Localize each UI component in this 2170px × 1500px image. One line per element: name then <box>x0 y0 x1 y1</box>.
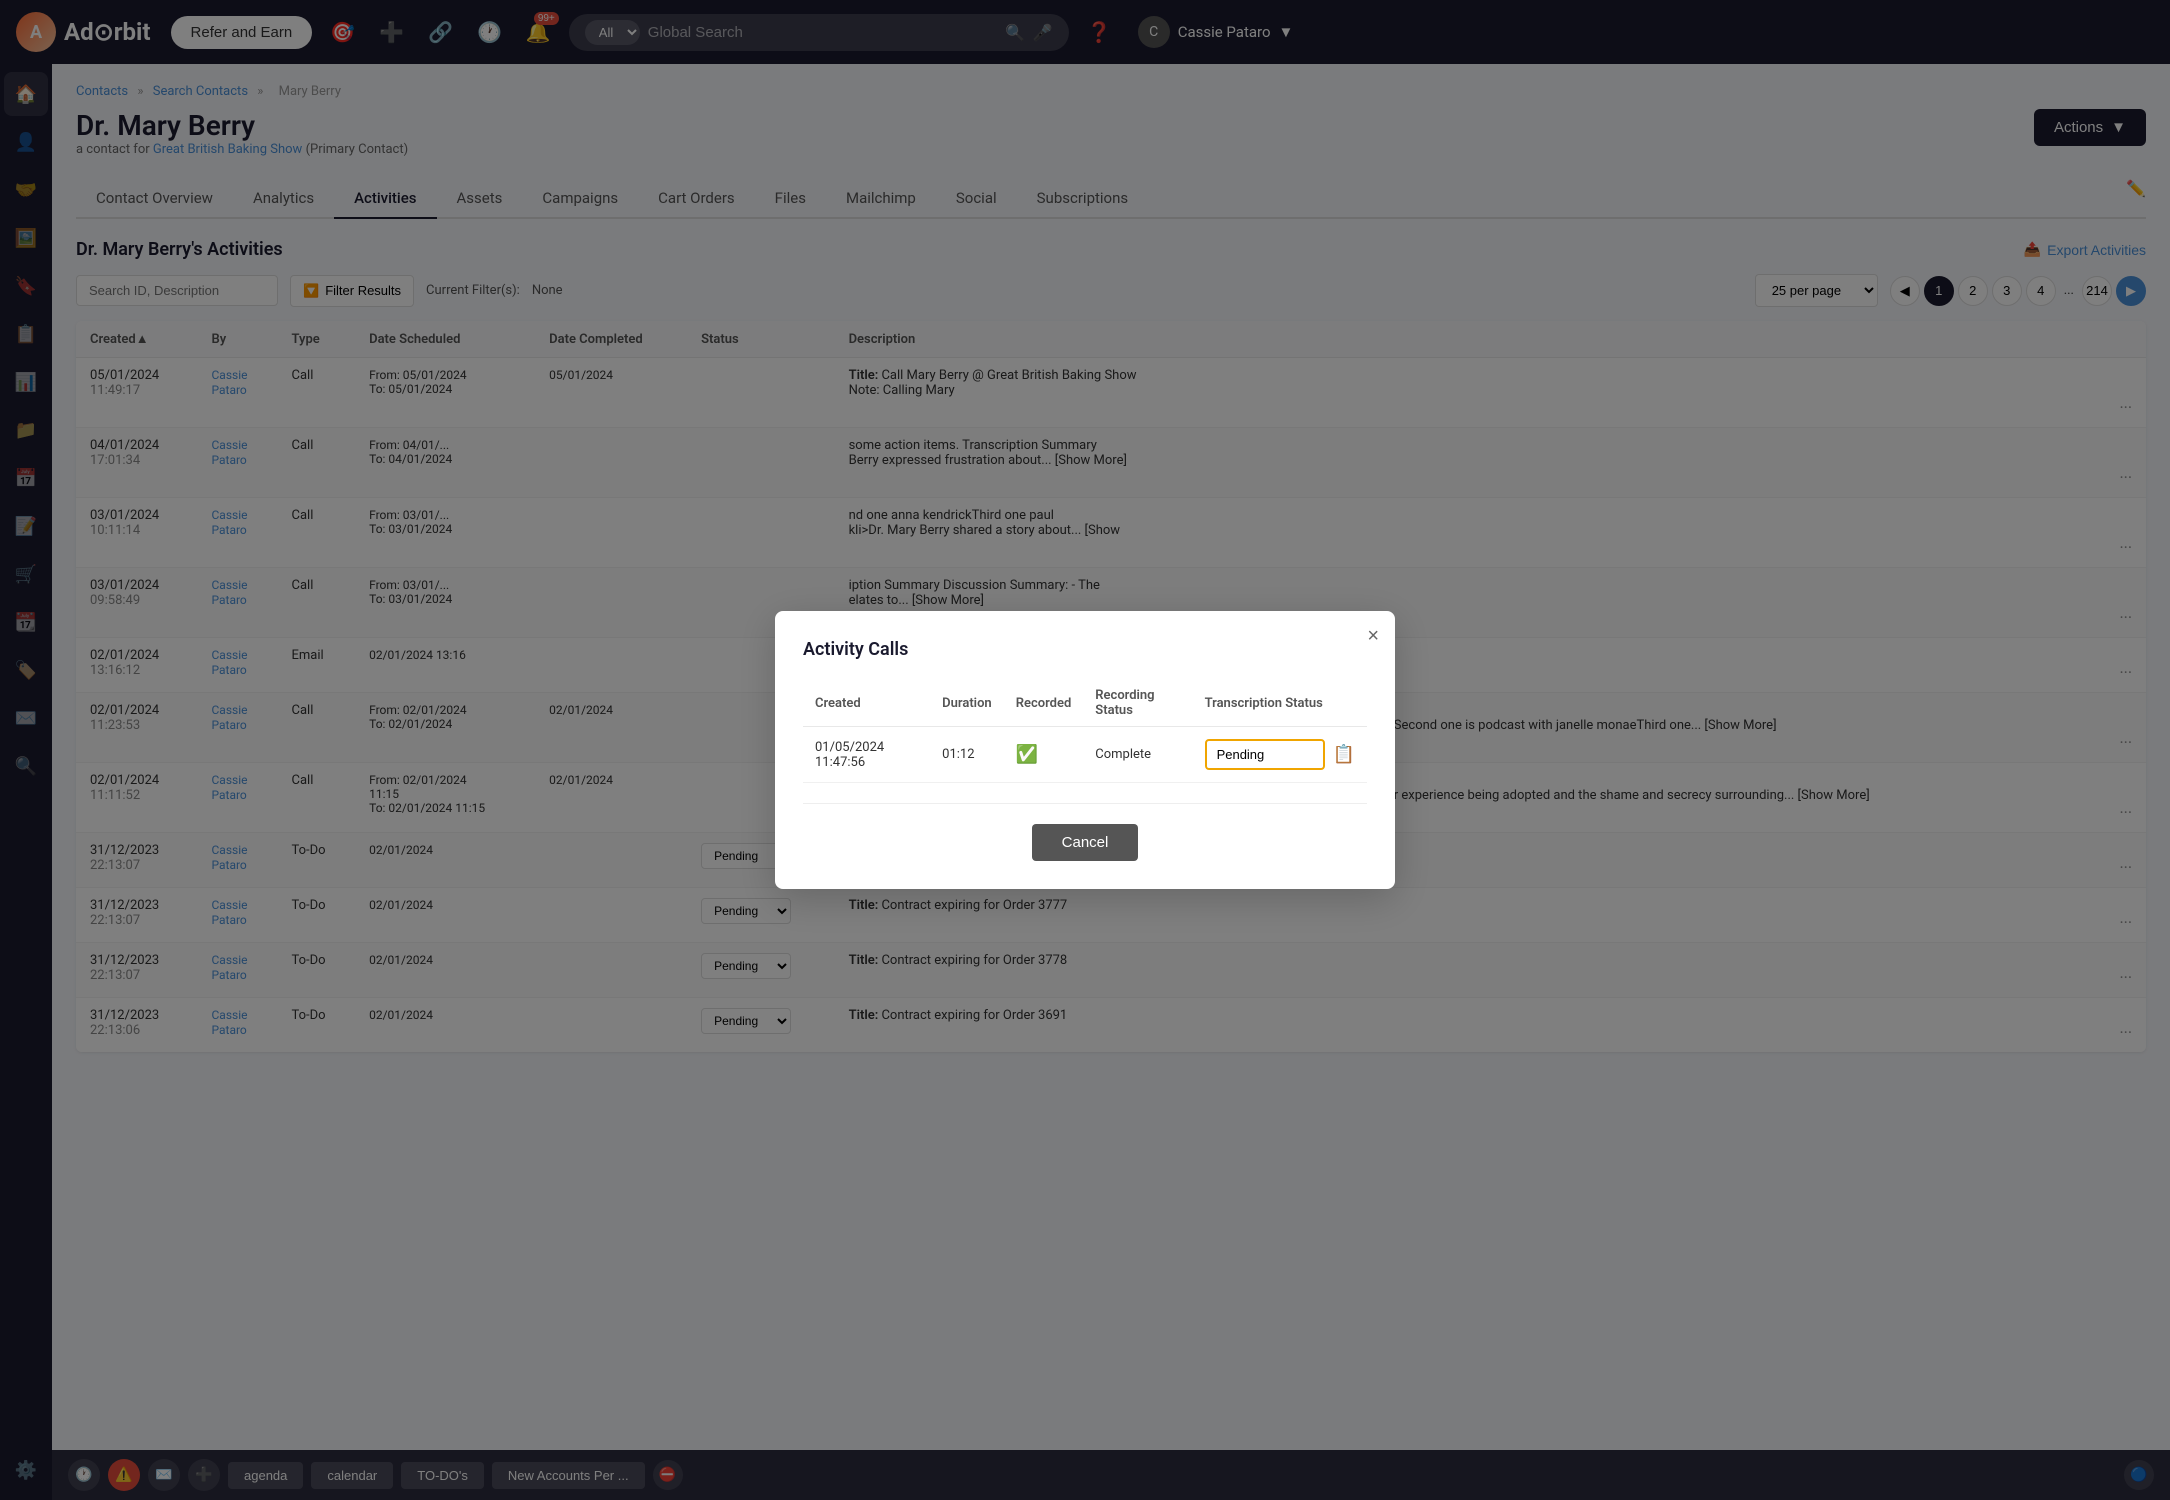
recorded-check-icon: ✅ <box>1016 744 1038 765</box>
copy-icon-button[interactable]: 📋 <box>1333 744 1355 765</box>
modal-close-button[interactable]: × <box>1367 625 1379 648</box>
modal-col-transcription-status: Transcription Status <box>1193 680 1367 727</box>
modal-col-duration: Duration <box>930 680 1004 727</box>
modal-cell-duration: 01:12 <box>930 727 1004 783</box>
modal-table: Created Duration Recorded Recording Stat… <box>803 680 1367 783</box>
cancel-button[interactable]: Cancel <box>1032 824 1139 861</box>
modal-data-row: 01/05/2024 11:47:56 01:12 ✅ Complete 📋 <box>803 727 1367 783</box>
modal-header-row: Created Duration Recorded Recording Stat… <box>803 680 1367 727</box>
modal-cell-created: 01/05/2024 11:47:56 <box>803 727 930 783</box>
modal-title: Activity Calls <box>803 639 1367 660</box>
modal-cell-recording-status: Complete <box>1083 727 1192 783</box>
modal-footer: Cancel <box>803 824 1367 861</box>
modal-cell-recorded: ✅ <box>1004 727 1084 783</box>
activity-calls-modal: Activity Calls × Created Duration Record… <box>775 611 1395 889</box>
modal-col-recorded: Recorded <box>1004 680 1084 727</box>
transcription-cell: 📋 <box>1205 739 1355 770</box>
transcription-status-input[interactable] <box>1205 739 1325 770</box>
modal-cell-transcription-status: 📋 <box>1193 727 1367 783</box>
modal-col-created: Created <box>803 680 930 727</box>
modal-col-recording-status: Recording Status <box>1083 680 1192 727</box>
modal-overlay: Activity Calls × Created Duration Record… <box>0 0 2170 1500</box>
